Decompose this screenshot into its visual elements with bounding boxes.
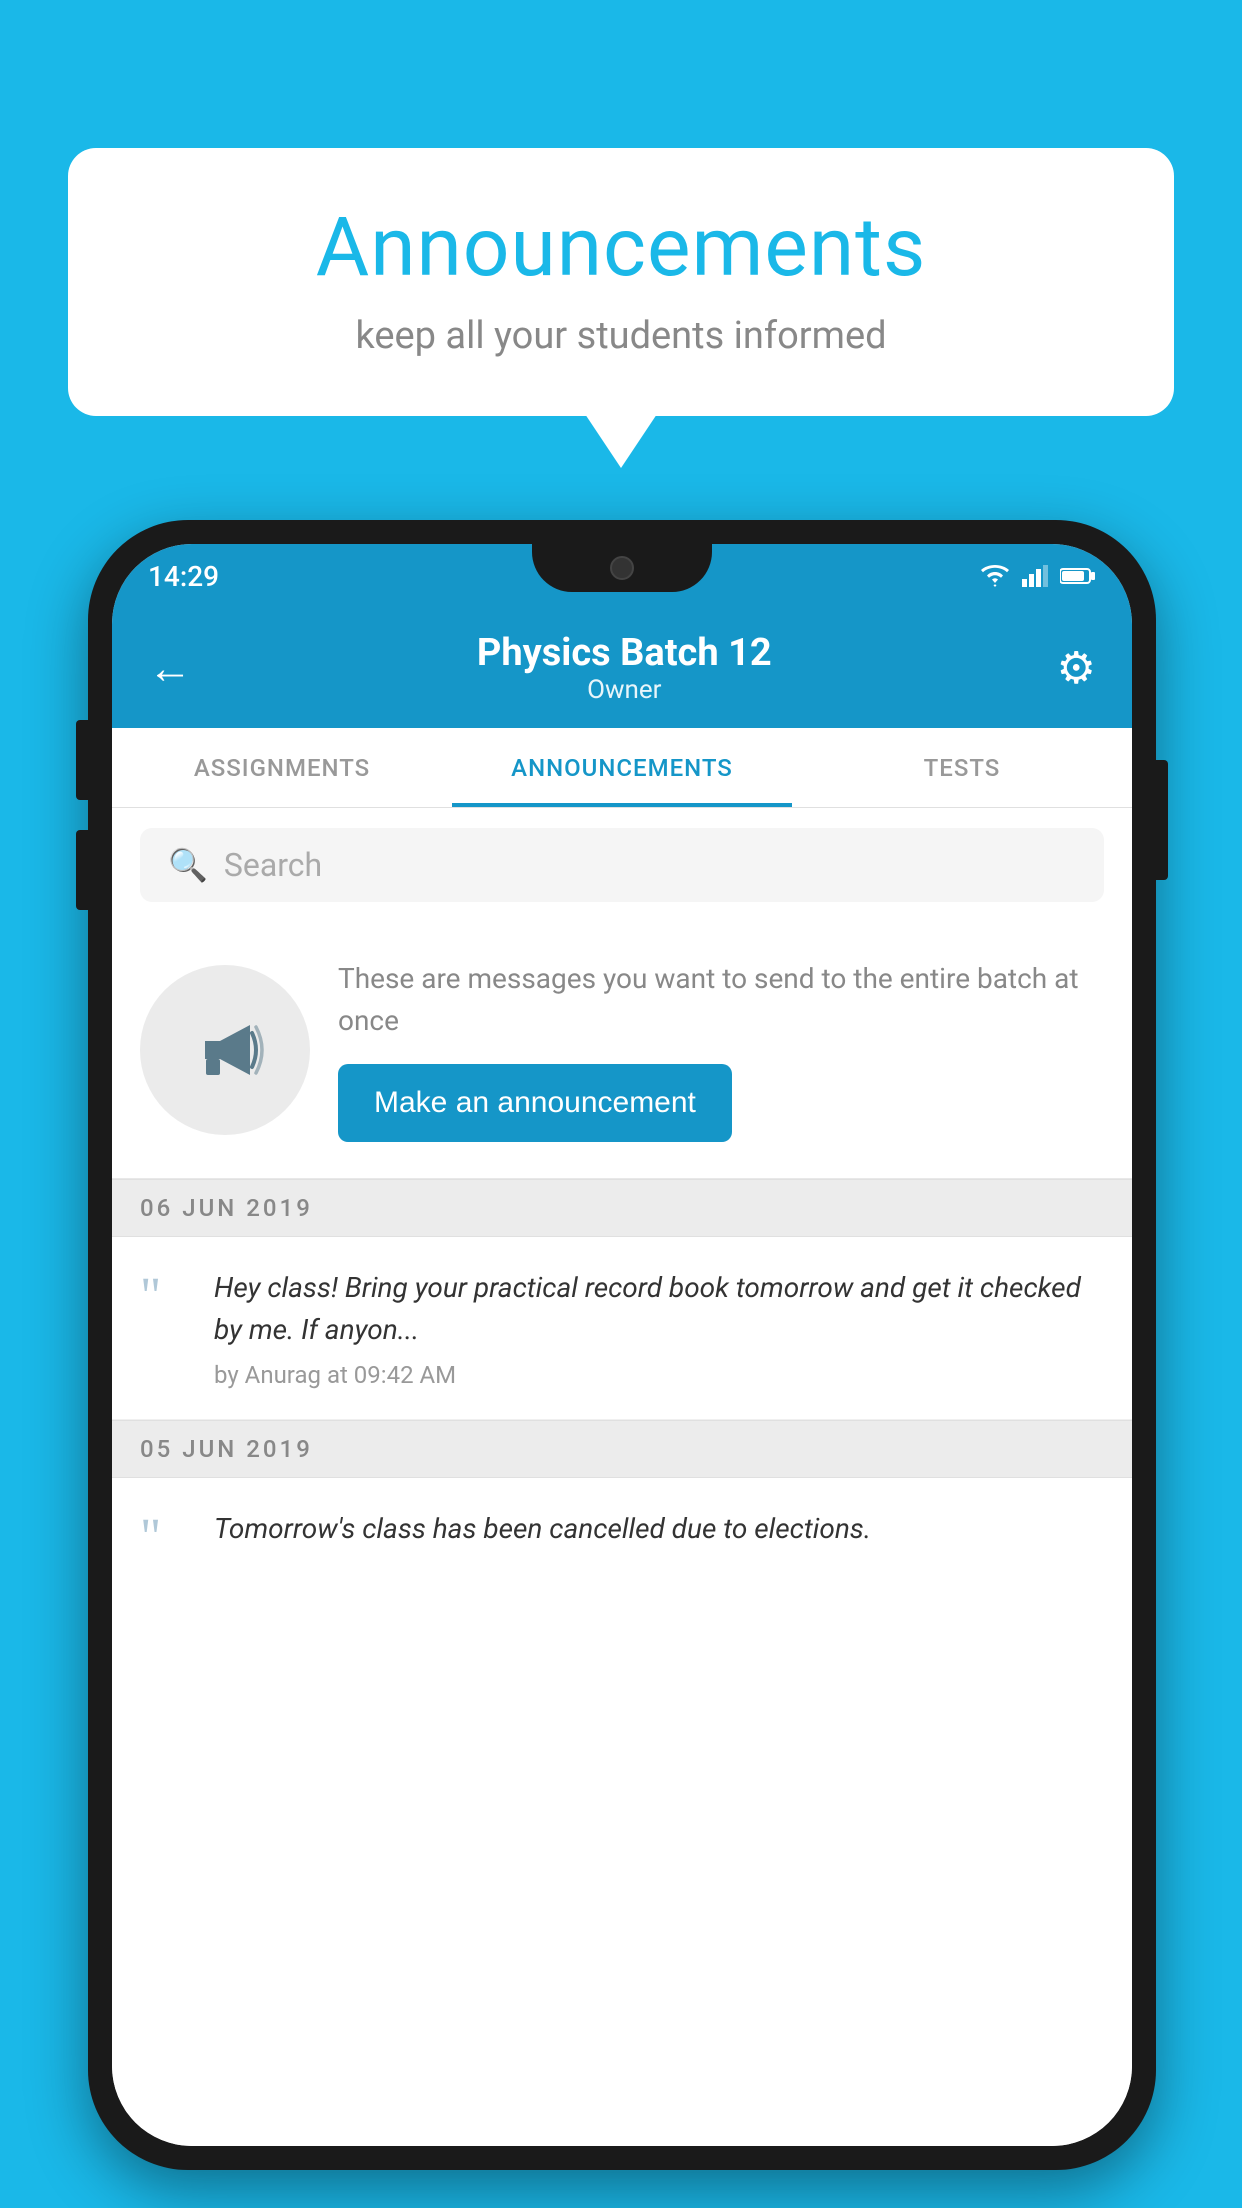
phone-notch: [532, 544, 712, 592]
announcement-content-1: Hey class! Bring your practical record b…: [214, 1267, 1104, 1389]
make-announcement-button[interactable]: Make an announcement: [338, 1064, 732, 1142]
wifi-icon: [980, 565, 1010, 587]
announcement-promo: These are messages you want to send to t…: [112, 922, 1132, 1179]
announcement-author-1: by Anurag at 09:42 AM: [214, 1361, 1104, 1389]
phone-device: 14:29: [88, 520, 1156, 2170]
search-placeholder: Search: [224, 846, 322, 884]
promo-description: These are messages you want to send to t…: [338, 958, 1104, 1042]
app-header: ← Physics Batch 12 Owner ⚙: [112, 608, 1132, 728]
phone-screen: 14:29: [112, 544, 1132, 2146]
battery-icon: [1060, 567, 1096, 585]
announcement-item-2[interactable]: " Tomorrow's class has been cancelled du…: [112, 1478, 1132, 1594]
megaphone-icon: [180, 1005, 270, 1095]
search-bar[interactable]: 🔍 Search: [140, 828, 1104, 902]
tab-announcements[interactable]: ANNOUNCEMENTS: [452, 728, 792, 807]
bubble-subtitle: keep all your students informed: [128, 314, 1114, 358]
announcement-item-1[interactable]: " Hey class! Bring your practical record…: [112, 1237, 1132, 1420]
tabs-bar: ASSIGNMENTS ANNOUNCEMENTS TESTS: [112, 728, 1132, 808]
app-content: 🔍 Search These are messages you want: [112, 808, 1132, 2146]
bubble-title: Announcements: [128, 200, 1114, 296]
search-container: 🔍 Search: [112, 808, 1132, 922]
announcement-text-2: Tomorrow's class has been cancelled due …: [214, 1508, 1104, 1550]
settings-icon[interactable]: ⚙: [1057, 642, 1096, 694]
power-button: [1156, 760, 1168, 880]
batch-title: Physics Batch 12: [477, 631, 772, 675]
speech-bubble: Announcements keep all your students inf…: [68, 148, 1174, 416]
status-time: 14:29: [148, 560, 219, 593]
header-center: Physics Batch 12 Owner: [477, 631, 772, 705]
announcement-text-1: Hey class! Bring your practical record b…: [214, 1267, 1104, 1351]
status-bar: 14:29: [112, 544, 1132, 608]
quote-icon-1: ": [140, 1271, 190, 1323]
tab-tests[interactable]: TESTS: [792, 728, 1132, 807]
back-button[interactable]: ←: [148, 646, 192, 690]
status-icons: [980, 565, 1096, 587]
volume-up-button: [76, 720, 88, 800]
owner-label: Owner: [477, 675, 772, 705]
search-icon: 🔍: [168, 846, 208, 884]
volume-down-button: [76, 830, 88, 910]
announcement-content-2: Tomorrow's class has been cancelled due …: [214, 1508, 1104, 1560]
date-divider-2: 05 JUN 2019: [112, 1420, 1132, 1478]
promo-right: These are messages you want to send to t…: [338, 958, 1104, 1142]
signal-icon: [1022, 565, 1048, 587]
promo-icon-circle: [140, 965, 310, 1135]
quote-icon-2: ": [140, 1512, 190, 1564]
date-divider-1: 06 JUN 2019: [112, 1179, 1132, 1237]
tab-assignments[interactable]: ASSIGNMENTS: [112, 728, 452, 807]
front-camera: [610, 556, 634, 580]
